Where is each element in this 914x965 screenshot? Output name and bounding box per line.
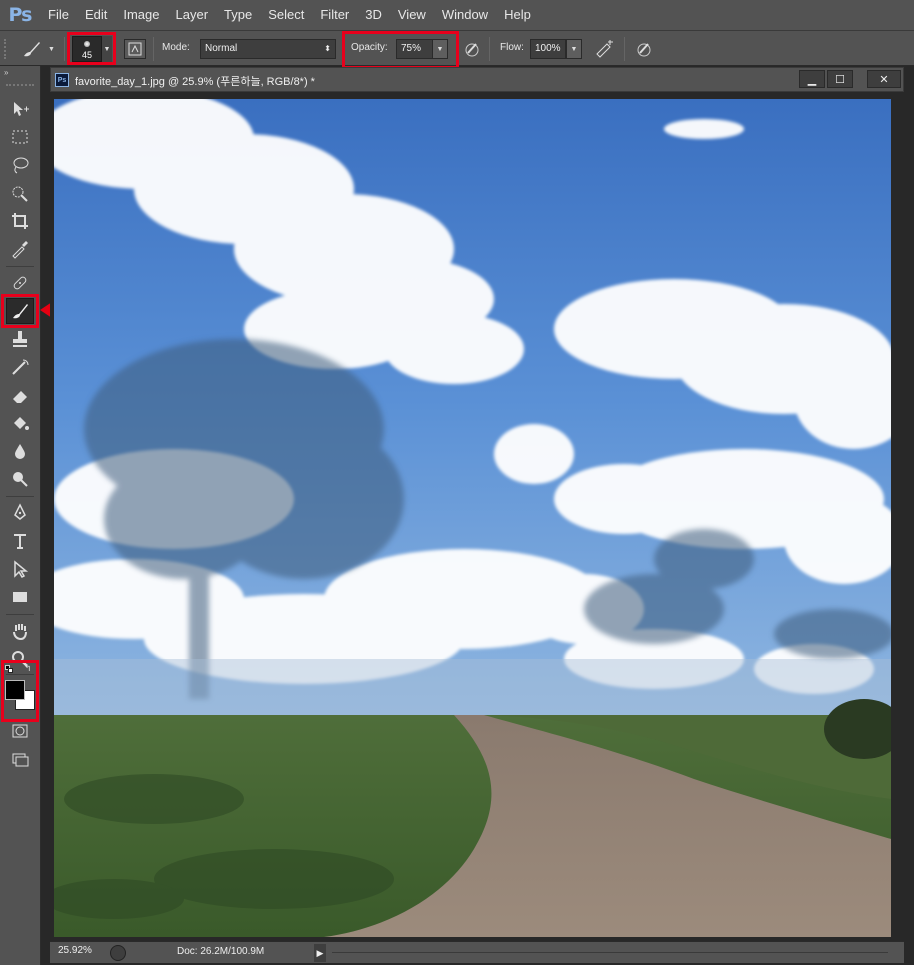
share-icon[interactable] (110, 945, 126, 961)
document-image[interactable] (54, 99, 891, 937)
tools-panel: » ↰ (0, 66, 41, 965)
menu-window[interactable]: Window (434, 0, 496, 30)
airbrush-button[interactable] (594, 39, 616, 59)
tool-blur[interactable] (6, 438, 34, 464)
lasso-tool-icon (13, 157, 29, 174)
tool-rectangle[interactable] (6, 584, 34, 610)
eyedropper-icon (12, 241, 28, 259)
collapse-panel-icon[interactable]: » (4, 68, 8, 77)
tool-crop[interactable] (6, 208, 34, 234)
close-button[interactable]: ✕ (867, 70, 901, 88)
brush-panel-toggle[interactable] (124, 39, 146, 59)
stamp-icon (13, 331, 27, 347)
document-ps-icon: Ps (55, 73, 69, 87)
minimize-button[interactable]: ▁ (799, 70, 825, 88)
menu-image[interactable]: Image (115, 0, 167, 30)
eraser-icon (13, 391, 27, 403)
options-bar: ▼ 45 ▼ Mode: Normal ⬍ Opacity: 75% ▼ Flo… (0, 30, 914, 69)
brush-preset-icon (24, 42, 40, 57)
menu-layer[interactable]: Layer (168, 0, 217, 30)
menu-filter[interactable]: Filter (312, 0, 357, 30)
menu-edit[interactable]: Edit (77, 0, 115, 30)
bandage-icon (13, 276, 27, 290)
options-bar-grip[interactable] (4, 39, 12, 59)
flow-field[interactable]: 100% (530, 39, 566, 59)
pen-pressure-size-icon (637, 43, 651, 57)
mode-label: Mode: (162, 42, 190, 53)
mode-value: Normal (205, 43, 238, 54)
hand-icon (13, 624, 27, 641)
tool-type[interactable] (6, 528, 34, 554)
tool-lasso[interactable] (6, 152, 34, 178)
quick-mask-button[interactable] (6, 718, 34, 744)
tool-healing-brush[interactable] (6, 270, 34, 296)
menu-select[interactable]: Select (260, 0, 312, 30)
crop-tool-icon (12, 213, 28, 229)
menu-help[interactable]: Help (496, 0, 539, 30)
tool-move[interactable] (6, 96, 34, 122)
highlight-brush-size (67, 32, 116, 65)
tool-marquee[interactable] (6, 124, 34, 150)
canvas-area[interactable] (50, 93, 904, 941)
brush-panel-icon (128, 42, 142, 56)
water-drop-icon (15, 444, 25, 459)
screen-mode-icon (12, 753, 29, 767)
document-window-titlebar[interactable]: Ps favorite_day_1.jpg @ 25.9% (푸른하늘, RGB… (50, 67, 904, 92)
status-bar: 25.92% Doc: 26.2M/100.9M ▶ (50, 941, 904, 963)
updown-arrow-icon: ⬍ (324, 44, 331, 53)
composite-landscape-image (54, 99, 891, 937)
marquee-tool-icon (12, 130, 28, 144)
tool-history-brush[interactable] (6, 354, 34, 380)
document-title: favorite_day_1.jpg @ 25.9% (푸른하늘, RGB/8*… (75, 76, 315, 88)
screen-mode-button[interactable] (6, 746, 34, 772)
tool-dodge[interactable] (6, 466, 34, 492)
tablet-pressure-size-button[interactable] (634, 39, 654, 59)
tool-pen[interactable] (6, 500, 34, 526)
flow-label: Flow: (500, 42, 524, 53)
tool-hand[interactable] (6, 618, 34, 644)
tool-path-selection[interactable] (6, 556, 34, 582)
tool-eyedropper[interactable] (6, 236, 34, 262)
maximize-button[interactable]: ☐ (827, 70, 853, 88)
panel-grip[interactable] (6, 84, 34, 87)
status-menu-arrow-icon[interactable]: ▶ (314, 944, 326, 962)
photoshop-logo: Ps (8, 4, 33, 26)
path-selection-icon (14, 560, 29, 578)
tool-paint-bucket[interactable] (6, 410, 34, 436)
pen-tool-icon (14, 503, 26, 520)
tablet-pressure-opacity-button[interactable] (462, 39, 482, 59)
menu-file[interactable]: File (40, 0, 77, 30)
menu-3d[interactable]: 3D (357, 0, 390, 30)
quick-mask-icon (12, 724, 28, 738)
tool-quick-selection[interactable] (6, 180, 34, 206)
menu-view[interactable]: View (390, 0, 434, 30)
dodge-icon (13, 472, 28, 487)
horizontal-scrollbar[interactable] (332, 952, 888, 953)
tool-preset-picker[interactable]: ▼ (20, 37, 60, 61)
menu-bar: Ps File Edit Image Layer Type Select Fil… (0, 0, 914, 30)
tool-eraser[interactable] (6, 382, 34, 408)
document-info: Doc: 26.2M/100.9M (177, 946, 265, 957)
mode-select[interactable]: Normal ⬍ (200, 39, 336, 59)
pen-pressure-icon (465, 43, 479, 57)
type-tool-icon (14, 534, 26, 549)
paint-bucket-icon (14, 417, 29, 430)
history-brush-icon (12, 359, 29, 375)
highlight-opacity (342, 31, 459, 69)
highlight-brush-tool (1, 294, 39, 328)
rectangle-tool-icon (13, 592, 27, 602)
move-tool-icon (14, 102, 29, 116)
highlight-color-swatches (1, 660, 39, 722)
zoom-level-field[interactable]: 25.92% (58, 945, 92, 956)
tool-clone-stamp[interactable] (6, 326, 34, 352)
flow-dropdown[interactable]: ▼ (566, 39, 582, 59)
chevron-down-icon: ▼ (48, 45, 55, 53)
quick-selection-icon (12, 186, 28, 202)
airbrush-icon (596, 40, 613, 58)
menu-type[interactable]: Type (216, 0, 260, 30)
